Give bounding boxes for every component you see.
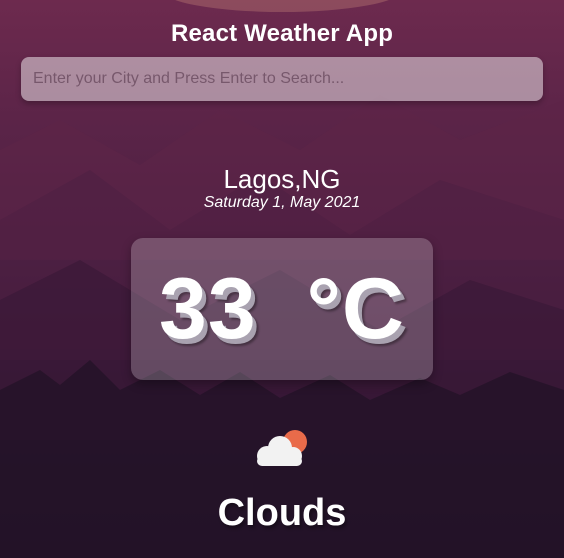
temperature-value: 33 °C [159, 261, 405, 357]
cloud-sun-icon [253, 428, 311, 468]
current-date: Saturday 1, May 2021 [203, 194, 361, 211]
temperature-card: 33 °C [131, 238, 433, 380]
city-search-input[interactable] [21, 57, 543, 101]
app-title: React Weather App [170, 20, 394, 47]
weather-condition: Clouds [217, 492, 347, 534]
location-name: Lagos,NG [223, 164, 341, 194]
weather-app: React Weather App Lagos,NG Saturday 1, M… [0, 0, 564, 558]
